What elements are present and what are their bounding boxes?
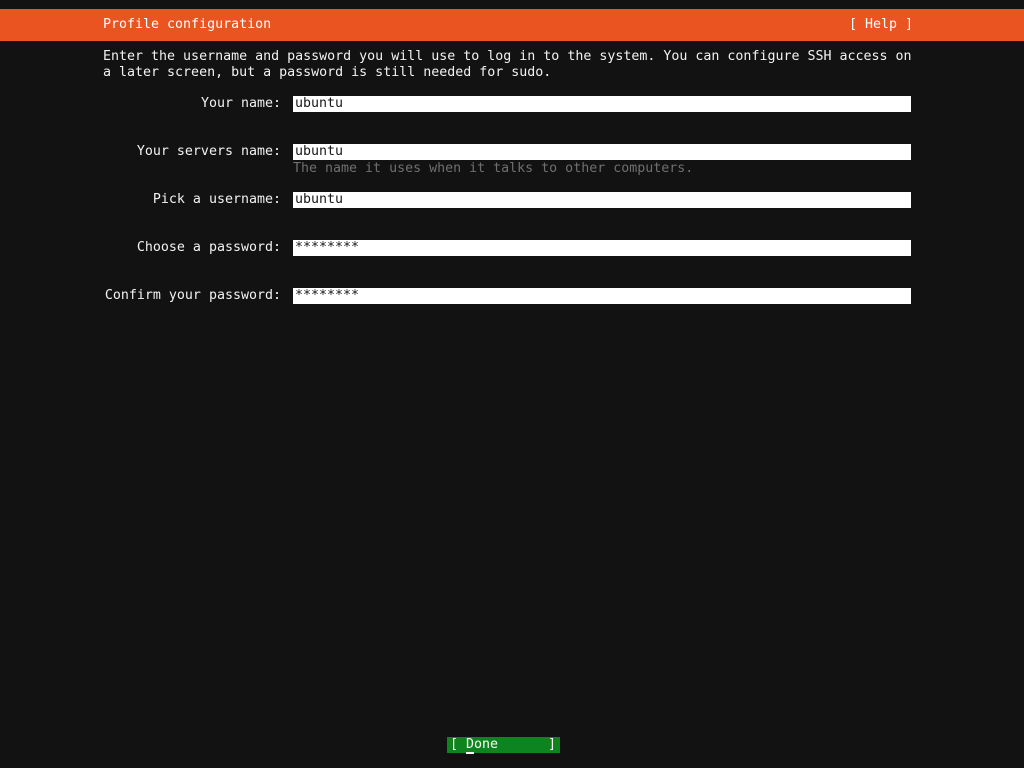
- done-close-bracket: ]: [547, 737, 556, 752]
- done-focus-cursor: D: [466, 737, 475, 754]
- done-button[interactable]: [ Done ]: [447, 737, 560, 754]
- your-name-label: Your name:: [200, 96, 281, 111]
- done-button-label: Done: [466, 737, 499, 754]
- intro-text-line1: Enter the username and password you will…: [103, 49, 912, 64]
- server-name-input[interactable]: ubuntu: [293, 144, 911, 160]
- your-name-input[interactable]: ubuntu: [293, 96, 911, 112]
- done-label-rest: one: [474, 737, 499, 752]
- confirm-password-input[interactable]: ********: [293, 288, 911, 304]
- header-bar: Profile configuration [ Help ]: [0, 9, 1024, 41]
- username-input[interactable]: ubuntu: [293, 192, 911, 208]
- server-name-label: Your servers name:: [136, 144, 281, 159]
- username-label: Pick a username:: [152, 192, 281, 207]
- intro-text-line2: a later screen, but a password is still …: [103, 65, 552, 80]
- password-input[interactable]: ********: [293, 240, 911, 256]
- confirm-password-label: Confirm your password:: [104, 288, 281, 303]
- done-open-bracket: [: [450, 737, 459, 752]
- password-label: Choose a password:: [136, 240, 281, 255]
- page-title: Profile configuration: [103, 17, 272, 32]
- help-button[interactable]: [ Help ]: [849, 17, 913, 33]
- server-name-helper-text: The name it uses when it talks to other …: [293, 161, 694, 176]
